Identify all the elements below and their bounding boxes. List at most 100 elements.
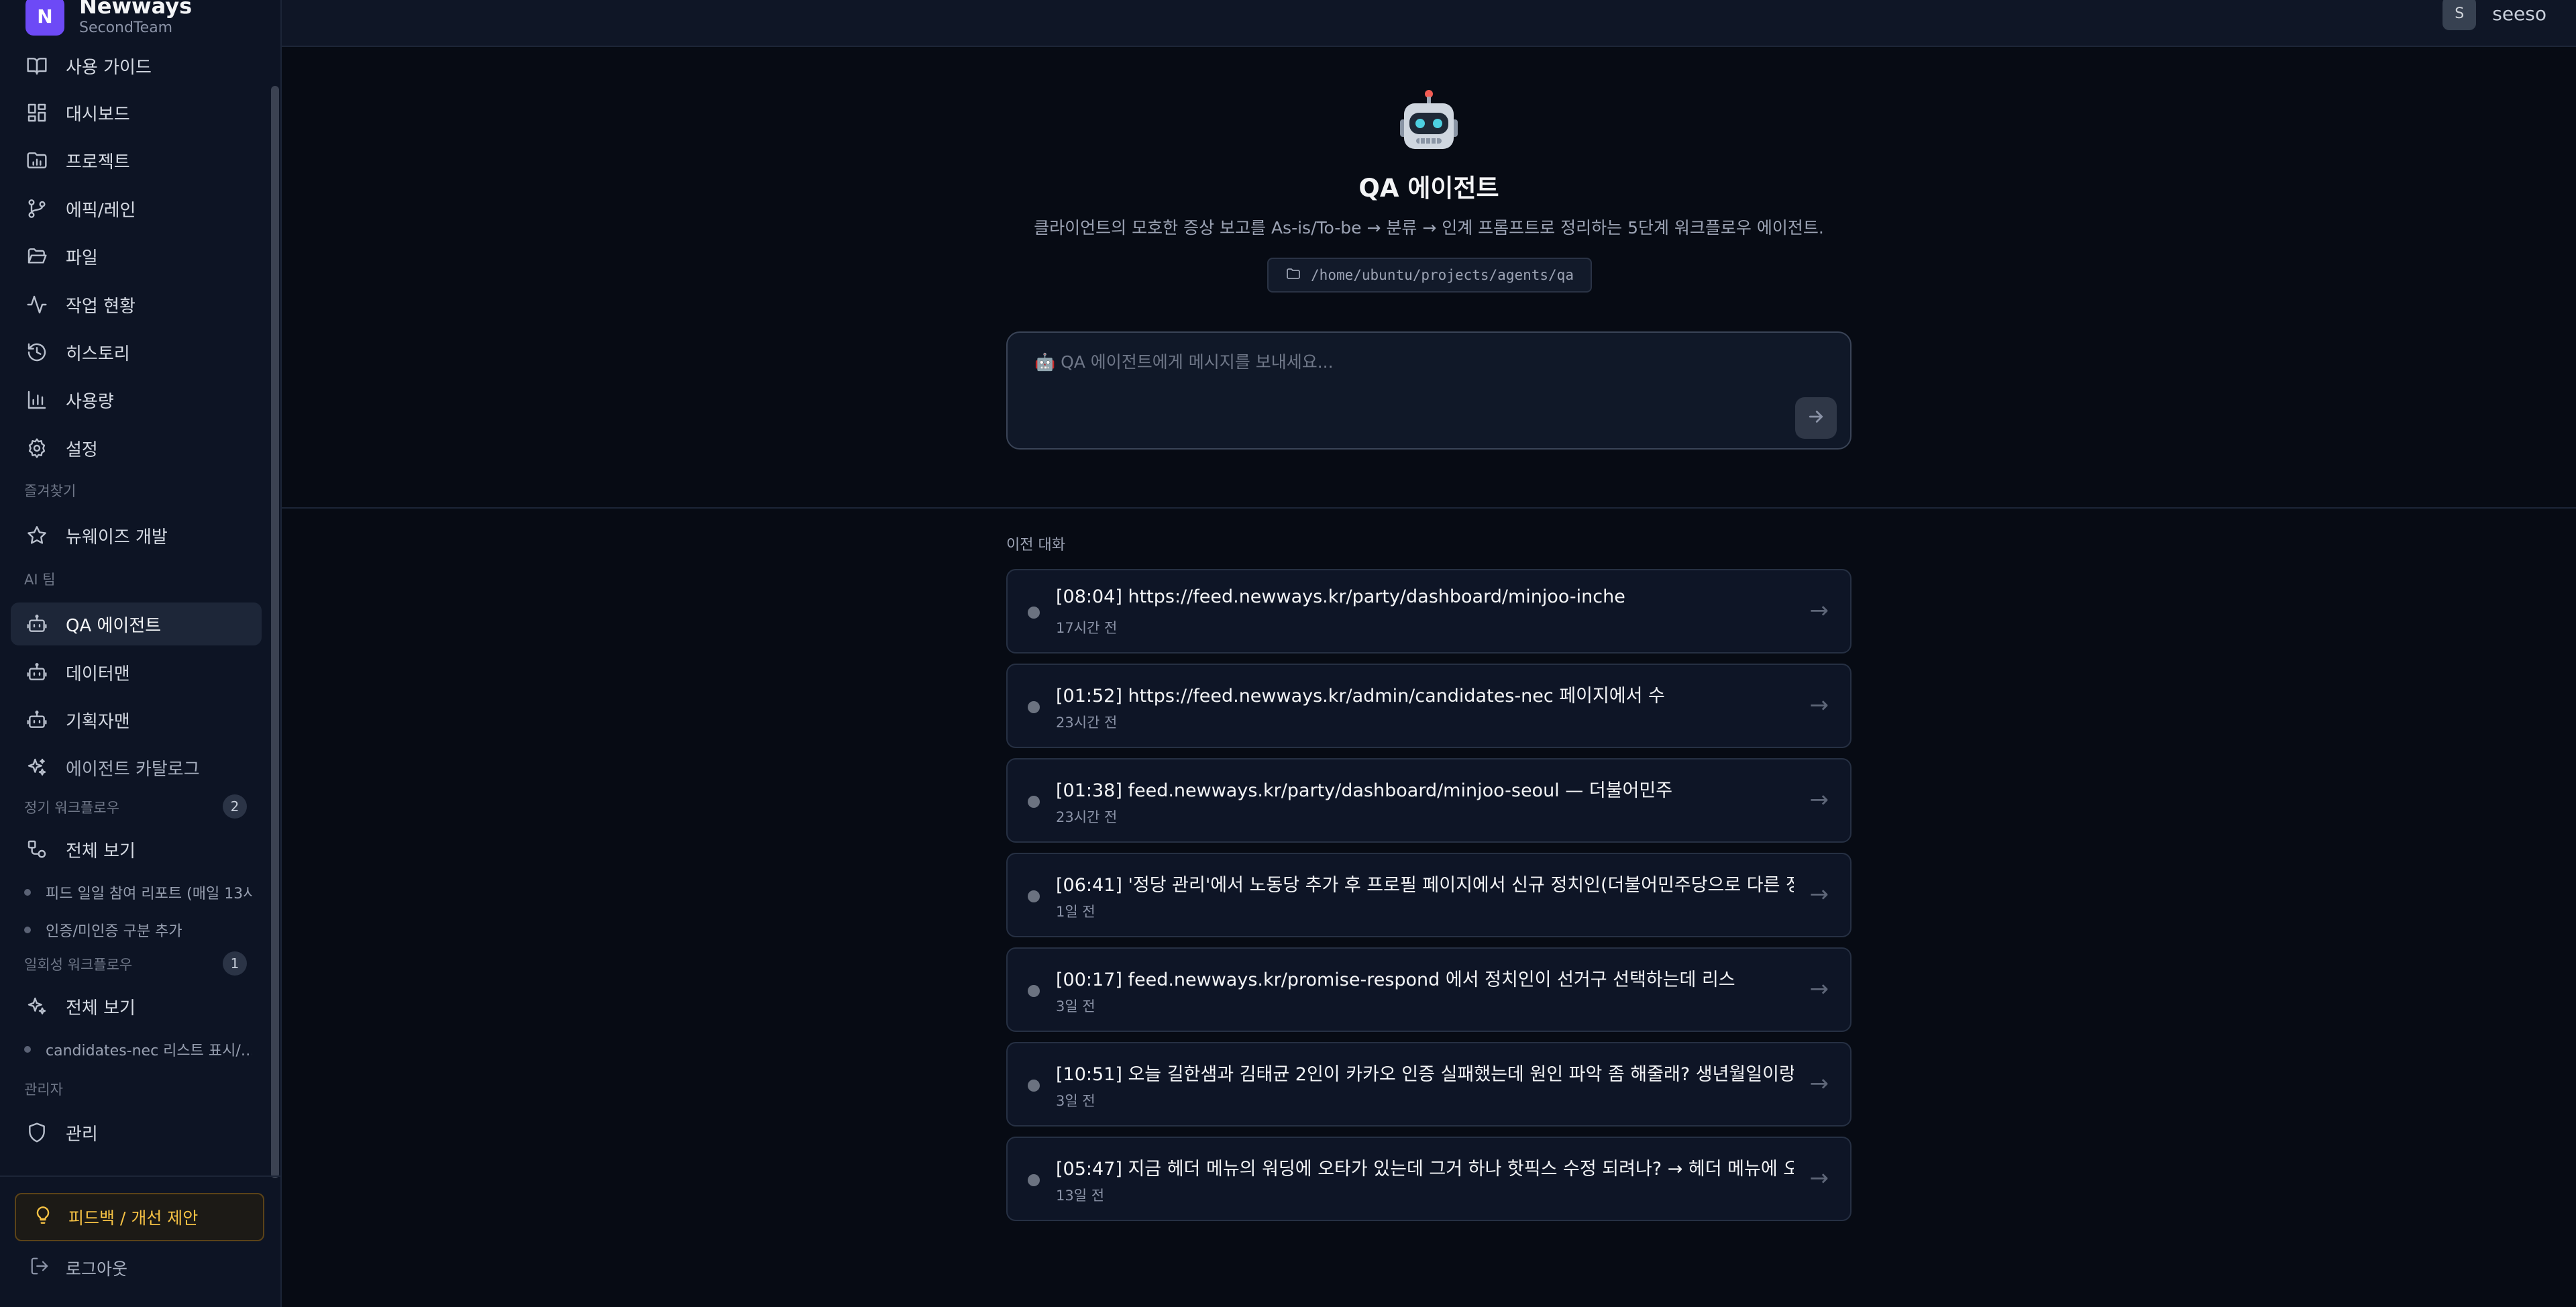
sidebar-item-label: 히스토리 (66, 344, 130, 364)
recurring-view-all[interactable]: 전체 보기 (11, 828, 262, 871)
conversation-item[interactable]: [10:51] 오늘 길한샘과 김태균 2인이 카카오 인증 실패했는데 원인 … (1006, 1042, 1851, 1127)
arrow-right-icon: → (1809, 786, 1829, 813)
sidebar-item-label: 관리 (66, 1124, 98, 1145)
feedback-button[interactable]: 피드백 / 개선 제안 (15, 1193, 264, 1241)
sidebar-item-planner-man[interactable]: 기획자맨 (11, 698, 262, 741)
bullet-dot (24, 927, 31, 933)
folder-open-icon (25, 245, 48, 268)
book-icon (25, 54, 48, 77)
status-dot (1028, 607, 1040, 619)
sidebar-item-qa-agent[interactable]: QA 에이전트 (11, 603, 262, 645)
sidebar-item-guide[interactable]: 사용 가이드 (11, 44, 262, 87)
user-menu[interactable]: S seeso (2443, 0, 2546, 32)
history-heading: 이전 대화 (1006, 537, 1065, 554)
conversation-item[interactable]: [08:04] https://feed.newways.kr/party/da… (1006, 569, 1851, 654)
conversation-item[interactable]: [01:38] feed.newways.kr/party/dashboard/… (1006, 758, 1851, 843)
logout-button[interactable]: 로그아웃 (30, 1249, 127, 1287)
sidebar-item-usage[interactable]: 사용량 (11, 378, 262, 421)
sidebar: N Newways SecondTeam 사용 가이드 대시보드 프로젝트 에픽… (0, 0, 282, 1307)
message-composer (1006, 331, 1851, 450)
conversation-time: 13일 전 (1056, 1188, 1105, 1204)
app-root: N Newways SecondTeam 사용 가이드 대시보드 프로젝트 에픽… (0, 0, 2576, 1307)
sidebar-item-status[interactable]: 작업 현황 (11, 283, 262, 326)
sidebar-item-data-man[interactable]: 데이터맨 (11, 651, 262, 694)
recurring-workflow-item[interactable]: 피드 일일 참여 리포트 (매일 13시) (24, 879, 252, 906)
history-icon (25, 341, 48, 364)
sidebar-item-history[interactable]: 히스토리 (11, 331, 262, 374)
arrow-right-icon: → (1809, 692, 1829, 719)
oneoff-view-all[interactable]: 전체 보기 (11, 985, 262, 1028)
conversation-item[interactable]: [01:52] https://feed.newways.kr/admin/ca… (1006, 664, 1851, 748)
conversation-title: [10:51] 오늘 길한샘과 김태균 2인이 카카오 인증 실패했는데 원인 … (1056, 1064, 1794, 1085)
conversation-title: [01:38] feed.newways.kr/party/dashboard/… (1056, 780, 1673, 801)
sidebar-item-label: 설정 (66, 439, 98, 460)
conversation-time: 3일 전 (1056, 998, 1095, 1014)
bullet-dot (24, 889, 31, 896)
agent-description: 클라이언트의 모호한 증상 보고를 As-is/To-be → 분류 → 인계 … (1034, 218, 1824, 238)
arrow-right-icon (1806, 407, 1826, 429)
robot-face-icon (1400, 90, 1458, 149)
conversation-time: 23시간 전 (1056, 809, 1118, 825)
robot-icon (25, 613, 48, 635)
conversation-title: [06:41] '정당 관리'에서 노동당 추가 후 프로필 페이지에서 신규 … (1056, 875, 1794, 896)
bullet-dot (24, 1046, 31, 1053)
section-label-ai-team: AI 팀 (24, 572, 56, 588)
gear-icon (25, 437, 48, 460)
sidebar-divider (0, 1175, 280, 1177)
sidebar-item-settings[interactable]: 설정 (11, 427, 262, 470)
main-content: QA 에이전트 클라이언트의 모호한 증상 보고를 As-is/To-be → … (282, 47, 2576, 1307)
brand-name: Newways (79, 0, 193, 19)
sidebar-item-epics[interactable]: 에픽/레인 (11, 187, 262, 230)
conversation-time: 23시간 전 (1056, 715, 1118, 731)
top-bar: S seeso (282, 0, 2576, 47)
conversation-time: 17시간 전 (1056, 620, 1118, 636)
status-dot (1028, 701, 1040, 713)
page-title: QA 에이전트 (1358, 174, 1499, 203)
conversation-time: 1일 전 (1056, 904, 1095, 920)
workflow-label: candidates-nec 리스트 표시/… (46, 1043, 252, 1059)
section-label-admin: 관리자 (24, 1082, 63, 1098)
robot-icon (25, 709, 48, 731)
robot-icon (25, 661, 48, 684)
status-dot (1028, 890, 1040, 902)
workflow-label: 인증/미인증 구분 추가 (46, 923, 182, 940)
brand[interactable]: N Newways SecondTeam (25, 0, 192, 40)
sidebar-item-dashboard[interactable]: 대시보드 (11, 91, 262, 134)
sidebar-item-admin[interactable]: 관리 (11, 1111, 262, 1154)
oneoff-workflow-item[interactable]: candidates-nec 리스트 표시/… (24, 1036, 252, 1063)
conversation-item[interactable]: [06:41] '정당 관리'에서 노동당 추가 후 프로필 페이지에서 신규 … (1006, 853, 1851, 937)
folder-icon (1285, 266, 1311, 285)
conversation-item[interactable]: [00:17] feed.newways.kr/promise-respond … (1006, 947, 1851, 1032)
section-label-recurring: 정기 워크플로우 (24, 800, 119, 816)
sidebar-item-label: 데이터맨 (66, 664, 130, 684)
activity-icon (25, 293, 48, 316)
agent-path-chip[interactable]: /home/ubuntu/projects/agents/qa (1267, 258, 1592, 293)
dashboard-icon (25, 101, 48, 124)
avatar: S (2443, 0, 2477, 30)
conversation-time: 3일 전 (1056, 1093, 1095, 1109)
recurring-workflow-item[interactable]: 인증/미인증 구분 추가 (24, 917, 252, 943)
sparkles-icon (25, 756, 48, 779)
folder-chart-icon (25, 149, 48, 172)
bar-chart-icon (25, 388, 48, 411)
sidebar-item-label: 에픽/레인 (66, 200, 136, 221)
message-input[interactable] (1033, 348, 1774, 376)
git-branch-icon (25, 197, 48, 220)
team-name: SecondTeam (79, 19, 173, 36)
conversation-title: [08:04] https://feed.newways.kr/party/da… (1056, 586, 1625, 607)
sidebar-item-agent-catalog[interactable]: 에이전트 카탈로그 (11, 746, 262, 789)
sidebar-item-label: 전체 보기 (66, 998, 136, 1018)
sidebar-scrollbar[interactable] (271, 86, 279, 1178)
sidebar-item-files[interactable]: 파일 (11, 235, 262, 278)
arrow-right-icon: → (1809, 1070, 1829, 1097)
conversation-title: [01:52] https://feed.newways.kr/admin/ca… (1056, 686, 1665, 707)
sidebar-item-favorite[interactable]: 뉴웨이즈 개발 (11, 514, 262, 557)
sidebar-item-projects[interactable]: 프로젝트 (11, 139, 262, 182)
sidebar-item-label: 사용 가이드 (66, 57, 152, 78)
feedback-label: 피드백 / 개선 제안 (68, 1208, 199, 1228)
sparkles-icon (25, 995, 48, 1018)
send-button[interactable] (1795, 397, 1837, 439)
conversation-item[interactable]: [05:47] 지금 헤더 메뉴의 워딩에 오타가 있는데 그거 하나 핫픽스 … (1006, 1137, 1851, 1221)
arrow-right-icon: → (1809, 976, 1829, 1002)
status-dot (1028, 1174, 1040, 1186)
